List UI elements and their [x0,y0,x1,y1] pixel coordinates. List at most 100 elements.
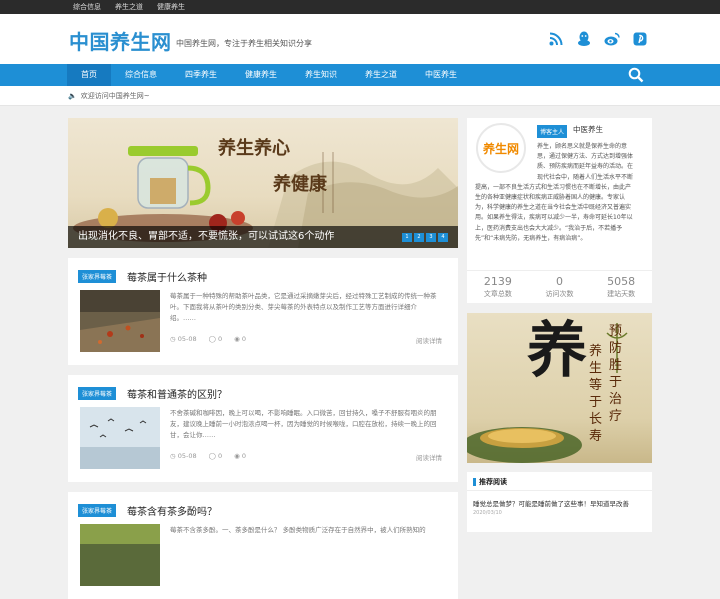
stat-label: 访问次数 [545,290,574,298]
post-title[interactable]: 莓茶和普通茶的区别？ [127,386,227,401]
stat-label: 建站天数 [607,290,636,298]
post-thumbnail[interactable] [80,524,160,586]
nav-seasons[interactable]: 四季养生 [171,64,231,86]
post-title[interactable]: 莓茶属于什么茶种 [127,269,207,284]
post-meta: ◷ 05-08 ◯ 0 ◉ 0 阅读详情 [170,452,442,462]
post-thumbnail[interactable] [80,290,160,352]
ad-column-2: 养生等于长寿 [589,344,603,444]
eye-icon: ◉ 0 [234,335,247,343]
bio-line: 上，医药消费支出也会大大减少。“我治于后，不若播予 [475,224,623,232]
slider-dot-2[interactable]: 2 [414,233,424,242]
post-excerpt: 不舍茶碱和咖啡因，晚上可以喝，不影响睡眠。入口微苦，回甘持久，嗓子不舒服有咽炎的… [170,409,437,439]
site-header: 中国养生网 中国养生网，专注于养生相关知识分享 [0,14,720,64]
comment-icon[interactable]: ◯ 0 [209,335,222,345]
social-links [548,31,648,47]
read-more-link[interactable]: 阅读详情 [416,452,442,462]
stat-num: 0 [556,275,563,288]
post-meta: ◷ 05-08 ◯ 0 ◉ 0 阅读详情 [170,335,442,345]
read-more-link[interactable]: 阅读详情 [416,335,442,345]
stat-label: 文章总数 [483,290,512,298]
stat-articles: 2139 文章总数 [467,275,529,299]
nav-way[interactable]: 养生之道 [351,64,411,86]
slider-caption[interactable]: 出现消化不良、胃部不适，不要慌张，可以试试这6个动作 [68,226,458,248]
featured-slider[interactable]: 养生养心 养健康 出现消化不良、胃部不适，不要慌张，可以试试这6个动作 1 2 … [68,118,458,248]
ad-column-1: 预防胜于治疗 [609,324,623,424]
slider-dot-4[interactable]: 4 [438,233,448,242]
main-nav: 首页 综合信息 四季养生 健康养生 养生知识 养生之道 中医养生 [0,64,720,86]
eye-icon: ◉ 0 [234,452,247,460]
recommended-widget: 推荐阅读 睡觉总是做梦？可能是睡前做了这些事！早知道早改善 2020/03/10 [467,472,652,532]
site-logo[interactable]: 中国养生网 [69,26,172,55]
post-likes: 0 [241,335,247,343]
post-likes: 0 [241,452,247,460]
post-title[interactable]: 莓茶含有茶多酚吗？ [127,503,217,518]
site-slogan: 中国养生网，专注于养生相关知识分享 [176,39,312,48]
pinterest-icon[interactable] [632,31,648,47]
profile-name: 中医养生 [573,125,603,134]
top-link-0[interactable]: 综合信息 [73,0,101,14]
rss-icon[interactable] [548,31,564,47]
bio-line: 思，通过保健方法、方式达到增强体 [537,153,634,161]
widget-heading: 推荐阅读 [473,477,507,487]
heading-bar [473,478,476,486]
widget-title: 推荐阅读 [479,478,507,486]
slider-dot-1[interactable]: 1 [402,233,412,242]
weibo-icon[interactable] [604,31,620,47]
main-column: 养生养心 养健康 出现消化不良、胃部不适，不要慌张，可以试试这6个动作 1 2 … [68,118,458,599]
author-profile: 养生网 博客主人 中医养生 养生，顾名思义就是保养生命的意 思，通过保健方法、方… [467,118,652,303]
post-card: 张家界莓茶 莓茶属于什么茶种 莓茶属于一种特殊的帮助茶叶品类，它是通过采摘嫩芽尖… [68,258,458,365]
post-date: 05-08 [177,452,197,460]
top-link-2[interactable]: 健康养生 [157,0,185,14]
post-excerpt: 莓茶属于一种特殊的帮助茶叶品类，它是通过采摘嫩芽尖后，经过特殊工艺制成的传统一种… [170,292,437,322]
bio-line: 先”和“未病先防，无病养生，有病治病”。 [475,234,587,242]
role-badge: 博客主人 [537,125,568,138]
bio-line: 生的各种亚健康症状和疾病正威胁着国人的健康。专家认 [475,194,626,202]
notice-text: 欢迎访问中国养生网~ [80,91,150,100]
post-card: 张家界莓茶 莓茶含有茶多酚吗？ 莓茶不含茶多酚。一、茶多酚是什么？ 多酚类物质广… [68,492,458,599]
post-excerpt: 莓茶不含茶多酚。一、茶多酚是什么？ 多酚类物质广泛存在于自然界中，被人们所熟知的 [170,526,426,534]
recommended-item[interactable]: 睡觉总是做梦？可能是睡前做了这些事！早知道早改善 [473,498,629,508]
notice-bar: 🔈 欢迎访问中国养生网~ [0,86,720,106]
qq-icon[interactable] [576,31,592,47]
slider-calligraphy-bottom: 养健康 [273,174,327,195]
post-tag[interactable]: 张家界莓茶 [78,504,117,517]
bio-line: 现代社会中，随着人们生活水平不断 [537,173,634,181]
post-comments: 0 [217,335,223,343]
clock-icon: ◷ 05-08 [170,452,197,460]
post-tag[interactable]: 张家界莓茶 [78,387,117,400]
nav-tcm[interactable]: 中医养生 [411,64,471,86]
post-date: 05-08 [177,335,197,343]
stat-visits: 0 访问次数 [529,275,591,299]
divider [467,490,652,491]
bio-line: 质、预防疾病而延年益寿的活动。在 [537,163,634,171]
ad-big-char: 养 [527,316,587,386]
top-link-1[interactable]: 养生之道 [115,0,143,14]
site-stats: 2139 文章总数 0 访问次数 5058 建站天数 [467,270,652,299]
comment-icon[interactable]: ◯ 0 [209,452,222,462]
speaker-icon: 🔈 [68,91,77,100]
slider-dots: 1 2 3 4 [402,233,448,242]
post-card: 张家界莓茶 莓茶和普通茶的区别？ 不舍茶碱和咖啡因，晚上可以喝，不影响睡眠。入口… [68,375,458,482]
sidebar: 养生网 博客主人 中医养生 养生，顾名思义就是保养生命的意 思，通过保健方法、方… [467,118,652,532]
post-comments: 0 [217,452,223,460]
slider-dot-3[interactable]: 3 [426,233,436,242]
nav-home[interactable]: 首页 [67,64,111,86]
post-thumbnail[interactable] [80,407,160,469]
bio-line: 用。如果养生得法，疾病可以减少一半，寿命可延长10年以 [475,214,633,222]
nav-knowledge[interactable]: 养生知识 [291,64,351,86]
stat-days: 5058 建站天数 [590,275,652,299]
clock-icon: ◷ 05-08 [170,335,197,343]
bio-line: 养生，顾名思义就是保养生命的意 [537,143,628,150]
nav-health[interactable]: 健康养生 [231,64,291,86]
bio-line: 为，科学健康的养生之道在当今社会生活中既经济又普遍实 [475,204,632,212]
stat-num: 5058 [607,275,636,288]
ad-banner[interactable]: 养 预防胜于治疗 养生等于长寿 [467,313,652,463]
stat-num: 2139 [483,275,512,288]
slider-calligraphy-top: 养生养心 [218,138,290,159]
recommended-date: 2020/03/10 [473,510,502,516]
nav-general[interactable]: 综合信息 [111,64,171,86]
post-tag[interactable]: 张家界莓茶 [78,270,117,283]
search-icon[interactable] [628,67,644,83]
bio-line: 提高，一部不良生活方式和生活习惯也在不断增长，由此产 [475,183,632,191]
top-bar: 综合信息 养生之道 健康养生 [0,0,720,14]
